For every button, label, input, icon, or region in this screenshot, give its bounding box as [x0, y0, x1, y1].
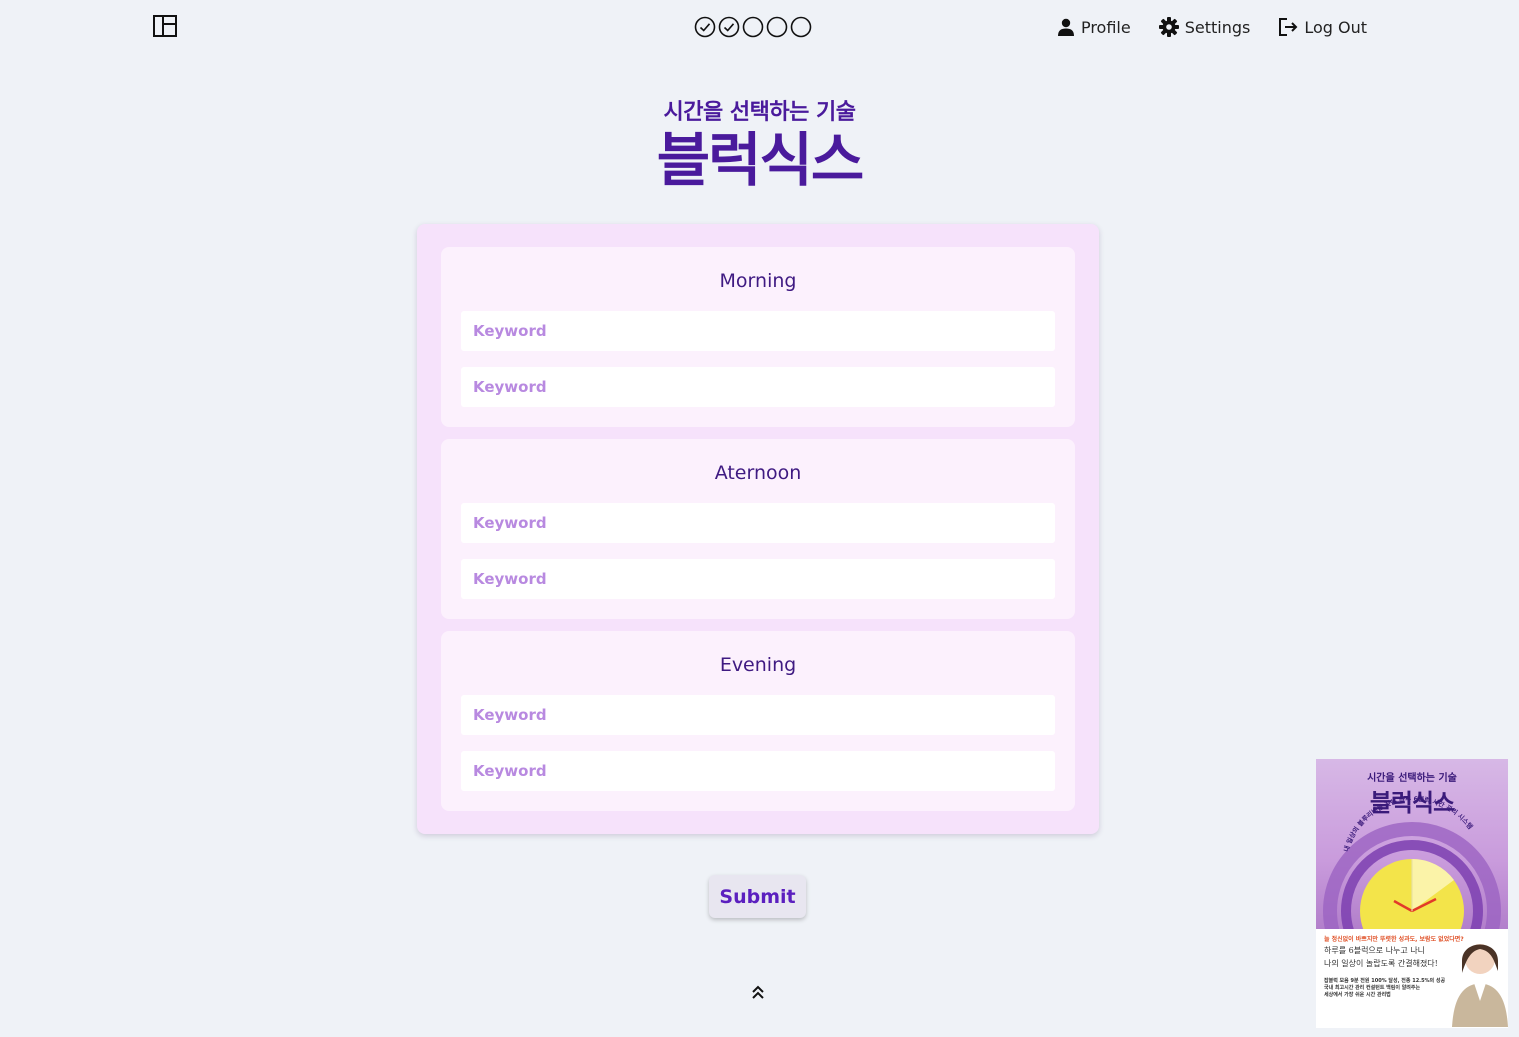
nav-settings[interactable]: Settings: [1158, 14, 1251, 40]
section-title: Evening: [719, 654, 797, 676]
check-circle-icon: [718, 16, 740, 38]
nav-logout-label: Log Out: [1304, 17, 1367, 37]
logout-icon: [1278, 17, 1298, 37]
keyword-input[interactable]: [461, 367, 1055, 407]
section-evening: Evening: [441, 631, 1075, 811]
nav-logout[interactable]: Log Out: [1278, 14, 1367, 40]
check-circle-icon: [694, 16, 716, 38]
keyword-form: Morning Aternoon Evening: [417, 224, 1099, 834]
nav-settings-label: Settings: [1184, 17, 1251, 37]
author-photo: [1452, 944, 1508, 1027]
book-cover-bottom: 늘 정신없이 바쁘지만 뚜렷한 성과도, 보람도 없었다면? 하루를 6블럭으로…: [1316, 929, 1508, 1028]
keyword-input[interactable]: [461, 695, 1055, 735]
keyword-input[interactable]: [461, 751, 1055, 791]
book-cover-ad[interactable]: 시간을 선택하는 기술 블럭식스 내 일상의 블루리버를 찾는 하루 6블럭 시…: [1316, 759, 1508, 1028]
submit-button[interactable]: Submit: [709, 875, 806, 918]
empty-circle-icon: [742, 16, 764, 38]
person-icon: [1057, 18, 1075, 36]
progress-indicator: [694, 16, 812, 38]
book-clock-illustration: 내 일상의 블루리버를 찾는 하루 6블럭 시간 관리 시스템: [1323, 794, 1501, 929]
empty-circle-icon: [790, 16, 812, 38]
empty-circle-icon: [766, 16, 788, 38]
section-morning: Morning: [441, 247, 1075, 427]
page-header: 시간을 선택하는 기술 블럭식스: [0, 98, 1519, 192]
keyword-input[interactable]: [461, 503, 1055, 543]
gear-icon: [1158, 17, 1179, 37]
book-cover-top: 시간을 선택하는 기술 블럭식스 내 일상의 블루리버를 찾는 하루 6블럭 시…: [1316, 759, 1508, 929]
nav-profile[interactable]: Profile: [1057, 14, 1131, 40]
section-afternoon: Aternoon: [441, 439, 1075, 619]
keyword-input[interactable]: [461, 559, 1055, 599]
page-subtitle: 시간을 선택하는 기술: [663, 100, 856, 125]
nav-profile-label: Profile: [1080, 17, 1131, 37]
top-nav: Profile Settings Log Out: [1057, 14, 1367, 40]
layout-panel-icon[interactable]: [152, 14, 178, 38]
section-title: Morning: [719, 270, 797, 292]
double-chevron-up-icon[interactable]: [748, 982, 768, 1002]
page-title: 블럭식스: [656, 126, 864, 194]
section-title: Aternoon: [714, 462, 802, 484]
keyword-input[interactable]: [461, 311, 1055, 351]
top-bar: Profile Settings Log Out: [0, 0, 1519, 54]
